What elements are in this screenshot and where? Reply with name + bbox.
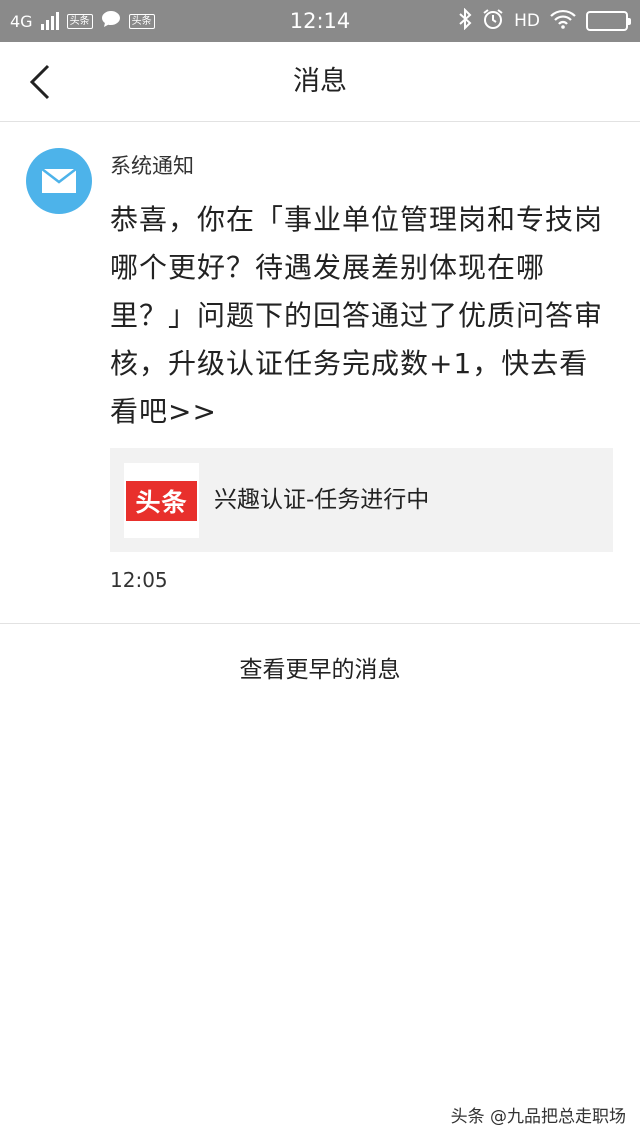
watermark: 头条 @九品把总走职场 xyxy=(450,1107,626,1127)
alarm-icon xyxy=(482,8,504,34)
toutiao-logo: 头条 xyxy=(124,463,199,538)
bluetooth-icon xyxy=(458,7,472,34)
message-item: 系统通知 恭喜，你在「事业单位管理岗和专技岗哪个更好？待遇发展差别体现在哪里？」… xyxy=(0,122,640,624)
card-title: 兴趣认证-任务进行中 xyxy=(214,487,430,513)
avatar xyxy=(26,148,92,214)
view-earlier-messages-link[interactable]: 查看更早的消息 xyxy=(0,650,640,684)
page-title: 消息 xyxy=(293,66,347,97)
header-bar: 消息 xyxy=(0,42,640,122)
message-body[interactable]: 恭喜，你在「事业单位管理岗和专技岗哪个更好？待遇发展差别体现在哪里？」问题下的回… xyxy=(110,196,615,436)
message-time: 12:05 xyxy=(110,568,168,592)
task-card[interactable]: 头条 兴趣认证-任务进行中 xyxy=(110,448,613,552)
hd-indicator: HD xyxy=(514,11,540,31)
logo-text: 头条 xyxy=(126,480,197,521)
mail-icon xyxy=(41,168,77,193)
sender-name: 系统通知 xyxy=(110,154,194,178)
battery-icon xyxy=(586,11,631,31)
status-bar: 4G 头条 头条 12:14 HD xyxy=(0,0,640,42)
wifi-icon xyxy=(550,9,576,33)
status-right: HD xyxy=(458,0,631,42)
